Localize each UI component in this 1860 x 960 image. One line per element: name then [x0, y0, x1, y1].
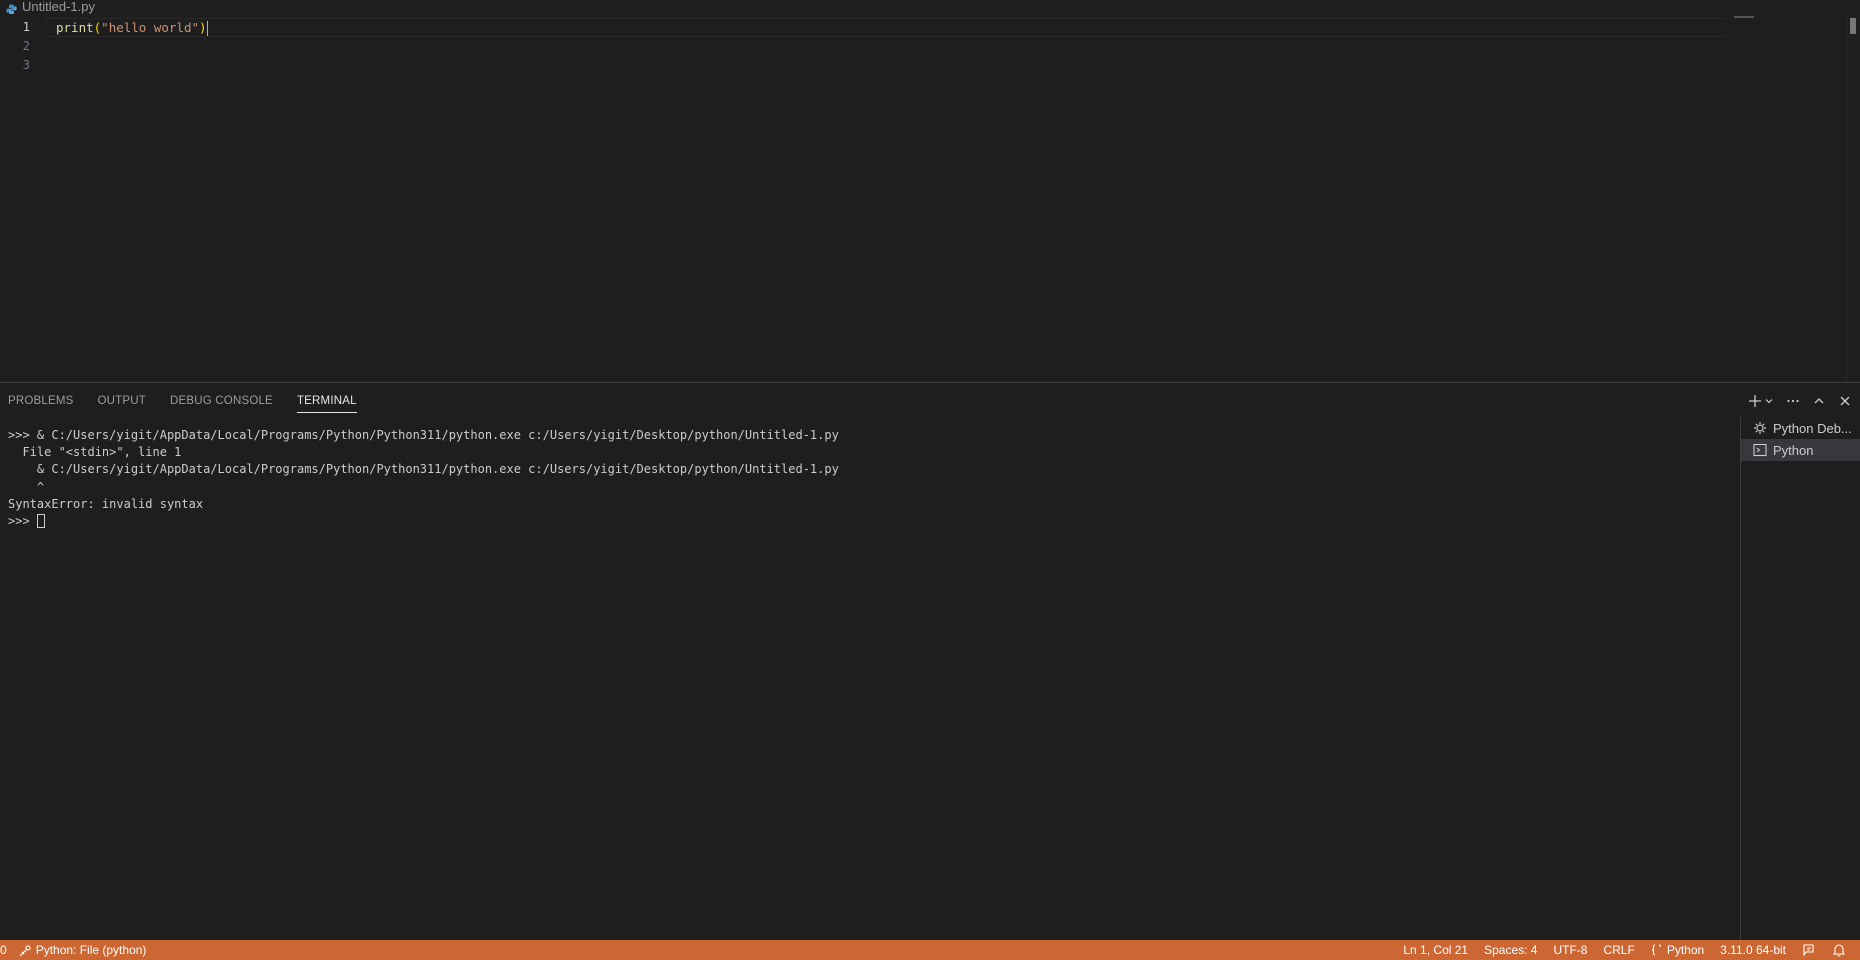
line-number: 1: [22, 20, 30, 34]
status-bar: 0 Python: File (python) Ln 1, Col 21 Spa…: [0, 940, 1860, 960]
current-line-highlight: [44, 18, 1726, 37]
status-language[interactable]: Python: [1643, 940, 1712, 960]
terminal-line: & C:/Users/yigit/AppData/Local/Programs/…: [8, 462, 839, 477]
code-editor[interactable]: 1 2 3 print("hello world"): [0, 14, 1860, 382]
code-token-string: "hello world": [101, 20, 200, 35]
status-bar-left: 0 Python: File (python): [0, 940, 154, 960]
text-cursor: [206, 21, 208, 36]
terminal-list-item-label: Python: [1773, 442, 1814, 458]
editor-scrollbar-thumb[interactable]: [1850, 18, 1856, 34]
chevron-down-icon[interactable]: [1764, 392, 1774, 410]
terminal-list: Python Deb... Python: [1740, 417, 1860, 941]
code-token-function: print: [56, 20, 94, 35]
tab-output[interactable]: OUTPUT: [98, 383, 146, 419]
terminal-list-item-python[interactable]: Python: [1741, 439, 1860, 461]
status-language-label: Python: [1666, 943, 1705, 957]
editor-tab[interactable]: Untitled-1.py: [0, 0, 95, 15]
terminal-cursor: [36, 514, 45, 529]
tab-problems[interactable]: PROBLEMS: [8, 383, 74, 419]
terminal-line: ^: [8, 479, 45, 494]
editor-tab-strip: Untitled-1.py: [0, 0, 1860, 15]
bottom-panel: PROBLEMS OUTPUT DEBUG CONSOLE TERMINAL >…: [0, 382, 1860, 941]
status-problems-count[interactable]: 0: [0, 940, 11, 960]
terminal-line: SyntaxError: invalid syntax: [8, 496, 204, 511]
status-bar-right: Ln 1, Col 21 Spaces: 4 UTF-8 CRLF Python…: [1395, 940, 1854, 960]
terminal-output[interactable]: >>> & C:/Users/yigit/AppData/Local/Progr…: [8, 427, 1728, 927]
debug-icon: [19, 944, 31, 956]
more-icon[interactable]: [1786, 392, 1800, 410]
notifications-bell-icon[interactable]: [1824, 940, 1854, 960]
tab-debug-console[interactable]: DEBUG CONSOLE: [170, 383, 273, 419]
terminal-list-item-label: Python Deb...: [1773, 420, 1852, 436]
terminal-prompt-line[interactable]: >>>: [8, 513, 1728, 530]
terminal-icon: [1753, 443, 1767, 457]
status-debug-label: Python: File (python): [35, 943, 147, 957]
debug-gear-icon: [1754, 422, 1766, 434]
tab-terminal[interactable]: TERMINAL: [296, 383, 357, 419]
braces-icon: [1651, 944, 1661, 956]
code-line[interactable]: print("hello world"): [56, 18, 208, 37]
python-file-icon: [6, 2, 17, 15]
panel-actions: [1748, 383, 1852, 419]
status-debug-config[interactable]: Python: File (python): [11, 940, 155, 960]
feedback-icon[interactable]: [1794, 940, 1824, 960]
status-interpreter[interactable]: 3.11.0 64-bit: [1712, 940, 1794, 960]
editor-scrollbar[interactable]: [1846, 14, 1860, 382]
status-indentation[interactable]: Spaces: 4: [1476, 940, 1545, 960]
minimap[interactable]: [1734, 16, 1754, 18]
status-encoding[interactable]: UTF-8: [1545, 940, 1595, 960]
terminal-prompt: >>>: [8, 513, 37, 528]
status-cursor-position[interactable]: Ln 1, Col 21: [1395, 940, 1476, 960]
terminal-list-item-python-debug[interactable]: Python Deb...: [1741, 417, 1860, 439]
terminal-line: >>> & C:/Users/yigit/AppData/Local/Progr…: [8, 428, 839, 442]
terminal-line: File "<stdin>", line 1: [8, 445, 182, 460]
new-terminal-icon[interactable]: [1748, 392, 1762, 410]
code-token-paren: ): [199, 20, 207, 35]
close-icon[interactable]: [1838, 392, 1852, 410]
line-number: 2: [22, 39, 30, 53]
panel-tab-bar: PROBLEMS OUTPUT DEBUG CONSOLE TERMINAL: [0, 383, 381, 419]
status-eol[interactable]: CRLF: [1595, 940, 1642, 960]
editor-tab-label: Untitled-1.py: [22, 0, 95, 14]
maximize-icon[interactable]: [1812, 392, 1826, 410]
line-number: 3: [22, 58, 30, 72]
line-number-gutter: 1 2 3: [0, 14, 44, 382]
